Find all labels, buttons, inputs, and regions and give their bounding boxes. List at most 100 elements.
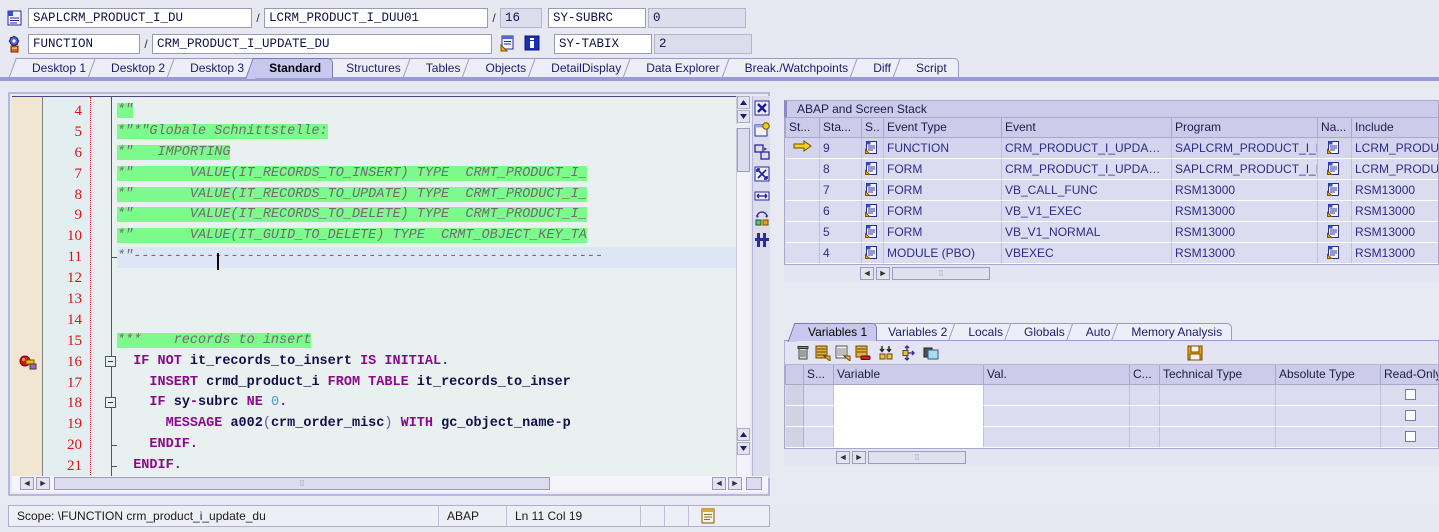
stack-scroll-thumb[interactable]: ⁞⁞: [892, 266, 990, 280]
variable-read-only-cell[interactable]: [1380, 405, 1438, 427]
settings-layout-icon[interactable]: [754, 232, 770, 248]
stack-source-icon-cell[interactable]: [861, 158, 884, 180]
code-line[interactable]: 7 *" VALUE(IT_RECORDS_TO_INSERT) TYPE CRM…: [12, 164, 748, 185]
current-line-field[interactable]: 16: [500, 8, 542, 28]
include-document-icon[interactable]: [1327, 224, 1340, 238]
tab-desktop-3[interactable]: Desktop 3: [176, 58, 257, 78]
include-document-icon[interactable]: [1327, 182, 1340, 196]
read-only-checkbox[interactable]: [1405, 409, 1416, 421]
row-handle[interactable]: [785, 384, 804, 406]
hscroll-right-button[interactable]: ►: [36, 477, 50, 490]
stack-table-row[interactable]: 5 FORM VB_V1_NORMAL RSM13000 RSM13000: [785, 221, 1438, 243]
copy-rows-icon[interactable]: [835, 345, 851, 363]
code-line[interactable]: 16 IF NOT it_records_to_insert IS INITIA…: [12, 352, 748, 373]
scroll-thumb[interactable]: [737, 128, 750, 172]
expand-icon[interactable]: [899, 345, 915, 361]
scroll-up-button[interactable]: [737, 96, 750, 109]
variables-scroll-left-button[interactable]: ◄: [836, 450, 850, 464]
include-name-field[interactable]: LCRM_PRODUCT_I_DUU01: [264, 8, 488, 28]
tab-desktop-1[interactable]: Desktop 1: [18, 58, 99, 78]
code-line[interactable]: 21 ENDIF.: [12, 456, 748, 477]
variables-table-row[interactable]: [785, 426, 1438, 448]
resize-width-icon[interactable]: [754, 188, 770, 204]
variables-tab-variables-2[interactable]: Variables 2: [876, 323, 958, 341]
include-document-icon[interactable]: [1327, 161, 1340, 175]
stack-include-icon-cell[interactable]: [1317, 200, 1352, 222]
variables-hscroll[interactable]: ◄ ► ⁞⁞: [784, 448, 1439, 466]
code-line[interactable]: 14: [12, 310, 748, 331]
close-view-icon[interactable]: [754, 100, 770, 116]
hscroll-left-button[interactable]: ◄: [20, 477, 34, 490]
code-lines[interactable]: 4 *" 5 *"*"Globale Schnittstelle: 6 *" IMPORT…: [12, 101, 748, 477]
variable-name-input[interactable]: [833, 405, 984, 427]
hscroll-thumb[interactable]: ⁞⁞: [54, 477, 550, 490]
code-line[interactable]: 18 IF sy-subrc NE 0.: [12, 393, 748, 414]
stack-include-icon-cell[interactable]: [1317, 137, 1352, 159]
variables-column-header[interactable]: Read-Only...: [1380, 365, 1438, 385]
variable-name-input[interactable]: [833, 384, 984, 406]
paste-icon[interactable]: [923, 345, 939, 361]
variables-table-row[interactable]: [785, 384, 1438, 406]
tab-structures[interactable]: Structures: [332, 58, 413, 78]
stack-column-header[interactable]: S..: [861, 118, 884, 138]
variable-name-input[interactable]: [833, 426, 984, 448]
sy-subrc-value-field[interactable]: 0: [648, 8, 746, 28]
variables-column-header[interactable]: C...: [1129, 365, 1160, 385]
code-horizontal-scrollbar[interactable]: ◄ ► ⁞⁞ ◄ ►: [12, 476, 768, 492]
variables-scroll-right-button[interactable]: ►: [852, 450, 866, 464]
stack-scroll-left-button[interactable]: ◄: [860, 266, 874, 280]
stack-table-row[interactable]: 8 FORM CRM_PRODUCT_I_UPDA… SAPLCRM_PRODUCT_…: [785, 158, 1438, 180]
stack-include-icon-cell[interactable]: [1317, 158, 1352, 180]
row-handle[interactable]: [785, 405, 804, 427]
info-icon[interactable]: [524, 35, 542, 53]
code-line[interactable]: 17 INSERT crmd_product_i FROM TABLE it_r…: [12, 373, 748, 394]
stack-include-icon-cell[interactable]: [1317, 242, 1352, 264]
tab-desktop-2[interactable]: Desktop 2: [97, 58, 178, 78]
stack-table-row[interactable]: 9 FUNCTION CRM_PRODUCT_I_UPDA… SAPLCRM_PROD…: [785, 137, 1438, 159]
scroll-down-button-2[interactable]: [737, 442, 750, 455]
variables-column-header[interactable]: Technical Type: [1159, 365, 1276, 385]
stack-source-icon-cell[interactable]: [861, 221, 884, 243]
read-only-checkbox[interactable]: [1405, 388, 1416, 400]
code-line[interactable]: 5 *"*"Globale Schnittstelle:: [12, 122, 748, 143]
code-line[interactable]: 6 *" IMPORTING: [12, 143, 748, 164]
variables-column-header[interactable]: S...: [803, 365, 834, 385]
hscroll-thumb-2[interactable]: [746, 477, 762, 490]
stack-source-icon-cell[interactable]: [861, 137, 884, 159]
stack-table-body[interactable]: 9 FUNCTION CRM_PRODUCT_I_UPDA… SAPLCRM_PROD…: [785, 137, 1438, 264]
delete-icon[interactable]: [795, 345, 811, 361]
stack-table-row[interactable]: 4 MODULE (PBO) VBEXEC RSM13000 RSM13000: [785, 242, 1438, 264]
stack-column-header[interactable]: Event Type: [883, 118, 1002, 138]
tab-data-explorer[interactable]: Data Explorer: [632, 58, 732, 78]
variables-column-header[interactable]: Val.: [983, 365, 1130, 385]
row-handle[interactable]: [785, 426, 804, 448]
sy-tabix-value-field[interactable]: 2: [654, 34, 752, 54]
stack-column-header[interactable]: Include: [1351, 118, 1438, 138]
stack-column-header[interactable]: Na...: [1317, 118, 1352, 138]
stack-column-header[interactable]: Sta...: [819, 118, 862, 138]
read-only-checkbox[interactable]: [1405, 430, 1416, 442]
program-name-field[interactable]: SAPLCRM_PRODUCT_I_DU: [28, 8, 252, 28]
code-vertical-scrollbar[interactable]: [736, 128, 750, 478]
code-line[interactable]: 12: [12, 268, 748, 289]
goto-source-icon[interactable]: [500, 35, 518, 53]
variables-tab-memory-analysis[interactable]: Memory Analysis: [1119, 323, 1233, 341]
variables-table-body[interactable]: [785, 384, 1438, 448]
variable-read-only-cell[interactable]: [1380, 384, 1438, 406]
source-document-icon[interactable]: [865, 161, 878, 175]
scroll-up-button-2[interactable]: [737, 428, 750, 441]
save-icon[interactable]: [1187, 345, 1203, 361]
stack-table-row[interactable]: 6 FORM VB_V1_EXEC RSM13000 RSM13000: [785, 200, 1438, 222]
stack-source-icon-cell[interactable]: [861, 242, 884, 264]
code-line[interactable]: 10 *" VALUE(IT_GUID_TO_DELETE) TYPE CRMT_…: [12, 226, 748, 247]
code-line[interactable]: 9 *" VALUE(IT_RECORDS_TO_DELETE) TYPE CRM…: [12, 205, 748, 226]
source-document-icon[interactable]: [865, 203, 878, 217]
include-document-icon[interactable]: [1327, 203, 1340, 217]
include-document-icon[interactable]: [1327, 245, 1340, 259]
detach-window-icon[interactable]: [754, 144, 770, 160]
code-scroll-up-group[interactable]: [736, 96, 750, 124]
event-type-field[interactable]: FUNCTION: [28, 34, 140, 54]
variables-table-row[interactable]: [785, 405, 1438, 427]
stack-hscroll[interactable]: ◄ ► ⁞⁞: [784, 264, 1439, 282]
maximize-icon[interactable]: [754, 166, 770, 182]
